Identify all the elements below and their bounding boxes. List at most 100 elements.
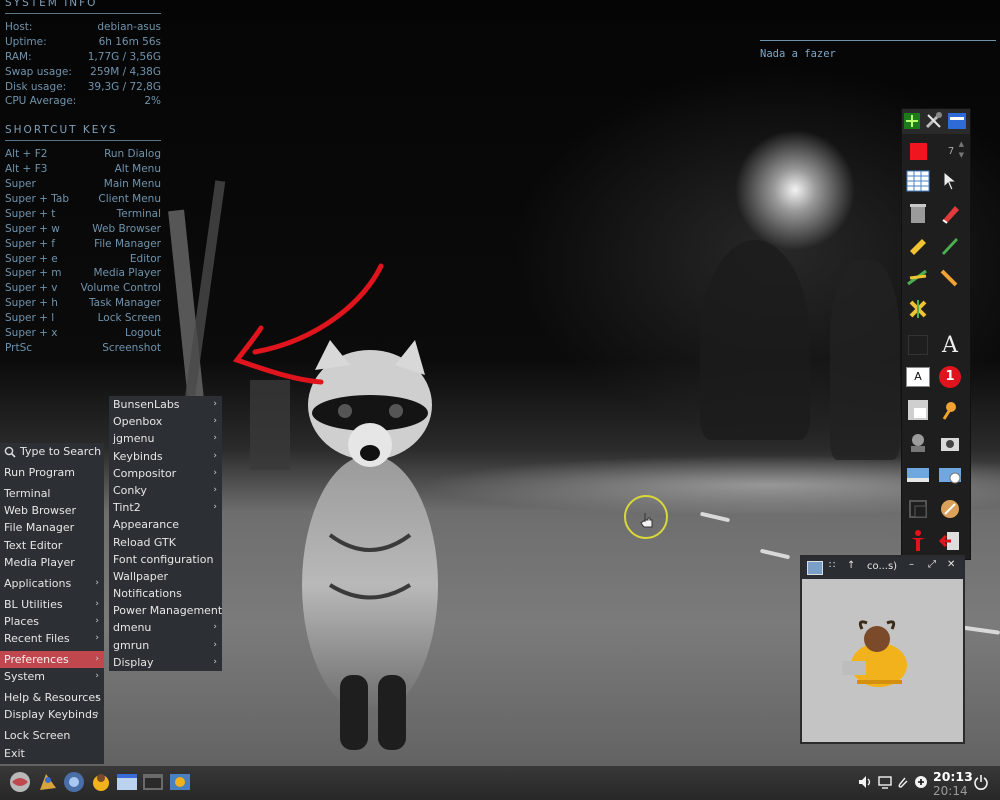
conky-row: Alt + F2 Run Dialog (5, 147, 161, 162)
submenu-item-gmrun[interactable]: gmrun › (109, 637, 222, 654)
conky-row: PrtSc Screenshot (5, 341, 161, 356)
submenu-item-dmenu[interactable]: dmenu › (109, 619, 222, 636)
menu-item-exit[interactable]: Exit (0, 745, 104, 762)
color-swatch-red[interactable] (904, 137, 932, 165)
close-icon[interactable]: ✕ (947, 559, 955, 570)
desktop-icon[interactable] (904, 462, 932, 490)
conky-label: RAM: (5, 50, 32, 63)
line-arrow-icon[interactable] (904, 263, 932, 291)
chevron-right-icon: › (213, 484, 217, 495)
menu-item-recent-files[interactable]: Recent Files › (0, 630, 104, 647)
text-icon-glyph: A (906, 367, 930, 387)
camera-icon[interactable] (936, 429, 964, 457)
highlighter-icon[interactable] (904, 231, 932, 259)
window-capture-icon[interactable] (904, 495, 932, 523)
tree-silhouette (700, 240, 810, 440)
gnu-app-icon[interactable] (89, 770, 113, 794)
conky-panel: SYSTEM INFO Host: debian-asus Uptime: 6h 16… (5, 0, 161, 356)
minimize-icon[interactable]: – (909, 559, 914, 570)
fill-icon[interactable] (904, 396, 932, 424)
menu-item-applications[interactable]: Applications › (0, 575, 104, 592)
number-badge-icon[interactable]: 1 (936, 363, 964, 391)
rectangle-icon[interactable] (904, 331, 932, 359)
volume-icon[interactable] (858, 775, 872, 789)
drag-handle-icon[interactable]: ∷ (829, 560, 835, 571)
file-manager-icon[interactable] (36, 770, 60, 794)
conky-value: Screenshot (102, 341, 161, 354)
display-icon[interactable] (878, 775, 892, 789)
window-icon[interactable] (946, 109, 968, 133)
screenshot-app-icon[interactable] (168, 770, 192, 794)
conky-label: Super + x (5, 327, 58, 340)
timed-capture-icon[interactable] (936, 462, 964, 490)
menu-search[interactable]: Type to Search (0, 443, 104, 460)
pointer-icon[interactable] (936, 167, 964, 195)
submenu-item-appearance[interactable]: Appearance (109, 516, 222, 533)
system-info-list: Host: debian-asus Uptime: 6h 16m 56s RAM: 1,7… (5, 20, 161, 109)
submenu-item-jgmenu[interactable]: jgmenu › (109, 430, 222, 447)
screen-capture-icon[interactable] (904, 429, 932, 457)
submenu-item-compositor[interactable]: Compositor › (109, 465, 222, 482)
menu-item-terminal[interactable]: Terminal (0, 485, 104, 502)
add-icon[interactable] (902, 109, 922, 133)
bunsenlabs-menu-icon[interactable] (8, 770, 32, 794)
submenu-item-label: Conky (113, 483, 147, 497)
web-browser-icon[interactable] (62, 770, 86, 794)
trash-icon[interactable] (904, 199, 932, 227)
menu-item-display-keybinds[interactable]: Display Keybinds › (0, 706, 104, 723)
menu-item-bl-utilities[interactable]: BL Utilities › (0, 596, 104, 613)
menu-item-web-browser[interactable]: Web Browser (0, 502, 104, 519)
conky-label: Disk usage: (5, 80, 67, 93)
search-icon (4, 446, 16, 458)
menu-item-run-program[interactable]: Run Program (0, 464, 104, 481)
person-icon[interactable] (904, 527, 932, 555)
menu-item-text-editor[interactable]: Text Editor (0, 537, 104, 554)
chevron-right-icon: › (213, 502, 217, 513)
menu-item-preferences[interactable]: Preferences › (0, 651, 104, 669)
maximize-icon[interactable]: ⤢ (928, 559, 936, 570)
menu-item-file-manager[interactable]: File Manager (0, 519, 104, 536)
pin-icon[interactable] (936, 396, 964, 424)
tools-icon[interactable] (923, 109, 945, 133)
conky-label: Uptime: (5, 35, 47, 48)
pencil-icon[interactable] (936, 231, 964, 259)
ruler-icon[interactable] (936, 263, 964, 291)
exit-icon[interactable] (936, 527, 964, 555)
clock[interactable]: 20:13 (933, 769, 973, 784)
chevron-right-icon: › (213, 656, 217, 667)
window-menu-icon[interactable] (807, 561, 823, 575)
clip-icon[interactable] (896, 775, 910, 789)
submenu-item-notifications[interactable]: Notifications (109, 585, 222, 602)
submenu-item-power-management[interactable]: Power Management (109, 602, 222, 619)
submenu-item-openbox[interactable]: Openbox › (109, 413, 222, 430)
submenu-item-font-configuration[interactable]: Font configuration (109, 551, 222, 568)
menu-item-system[interactable]: System › (0, 668, 104, 685)
window-app-icon[interactable] (115, 770, 139, 794)
raise-icon[interactable]: ↑ (847, 560, 855, 571)
power-icon[interactable] (974, 774, 988, 790)
add-circle-icon[interactable] (914, 775, 928, 789)
menu-item-help-resources[interactable]: Help & Resources › (0, 689, 104, 706)
submenu-item-conky[interactable]: Conky › (109, 482, 222, 499)
conky-value: Editor (129, 252, 161, 265)
submenu-item-reload-gtk[interactable]: Reload GTK (109, 534, 222, 551)
wrench-icon[interactable] (936, 495, 964, 523)
terminal-icon[interactable] (141, 770, 165, 794)
pen-size-spinner[interactable]: 7 ▲ ▼ (936, 137, 966, 165)
submenu-item-display[interactable]: Display › (109, 654, 222, 671)
eraser-icon[interactable] (936, 199, 964, 227)
chevron-right-icon: › (213, 399, 217, 409)
submenu-item-tint2[interactable]: Tint2 › (109, 499, 222, 516)
submenu-item-bunsenlabs[interactable]: BunsenLabs › (109, 396, 222, 413)
menu-item-places[interactable]: Places › (0, 613, 104, 630)
conky-value: 2% (144, 95, 161, 108)
submenu-item-wallpaper[interactable]: Wallpaper (109, 568, 222, 585)
conky-row: Super + f File Manager (5, 237, 161, 252)
text-icon[interactable]: A (904, 363, 932, 391)
menu-item-lock-screen[interactable]: Lock Screen (0, 727, 104, 744)
font-icon[interactable]: A (936, 331, 964, 359)
shapes-icon[interactable] (904, 295, 932, 323)
menu-item-media-player[interactable]: Media Player (0, 554, 104, 571)
table-icon[interactable] (904, 167, 932, 195)
submenu-item-keybinds[interactable]: Keybinds › (109, 448, 222, 465)
